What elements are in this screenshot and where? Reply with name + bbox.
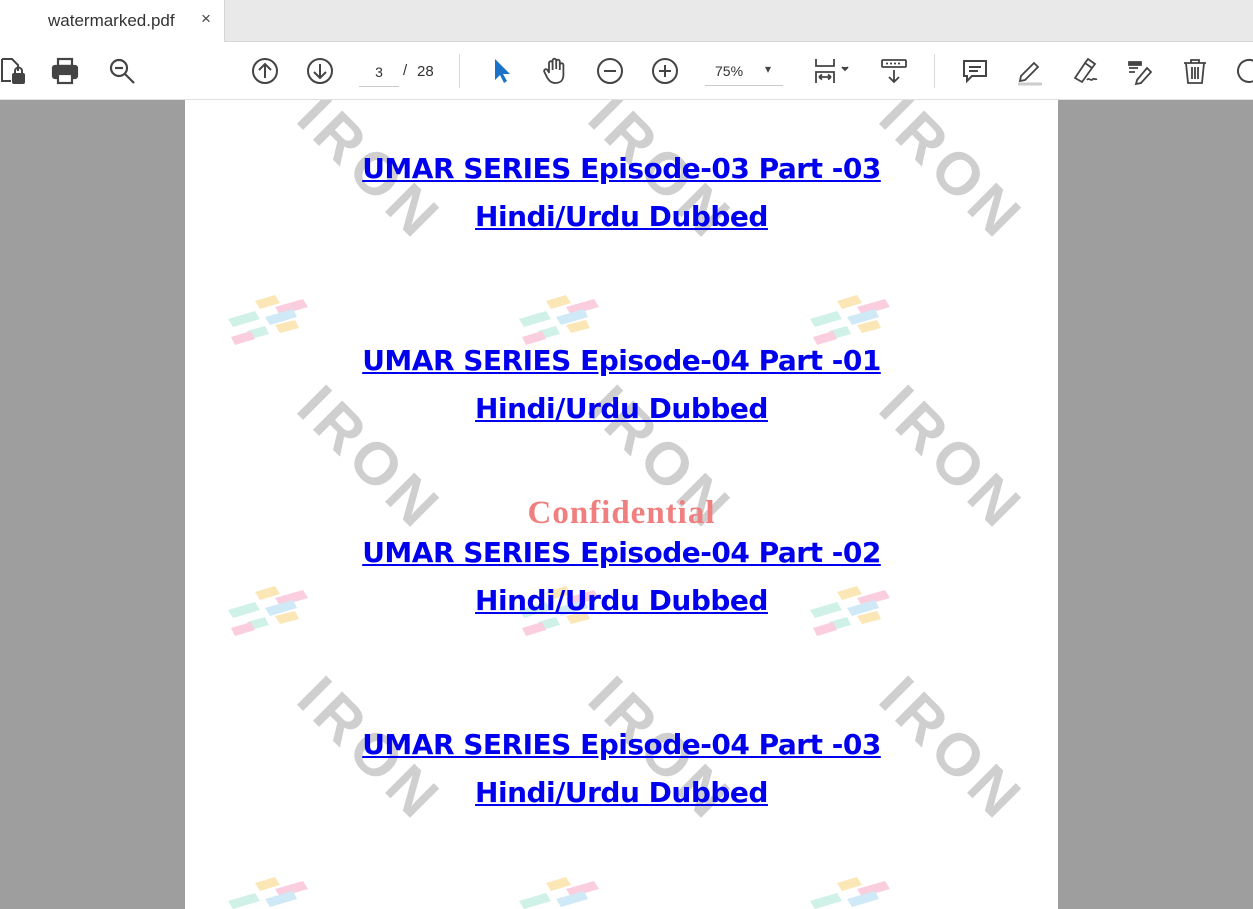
- episode-link-line1[interactable]: UMAR SERIES Episode-04 Part -03: [185, 721, 1058, 769]
- zoom-in-icon[interactable]: [648, 54, 682, 88]
- toolbar: / 28 75% ▾: [0, 42, 1253, 100]
- toolbar-divider: [459, 54, 460, 88]
- comment-icon[interactable]: [958, 54, 992, 88]
- draw-icon[interactable]: [1068, 54, 1102, 88]
- page-total: 28: [417, 63, 434, 80]
- episode-link-line2[interactable]: Hindi/Urdu Dubbed: [185, 769, 1058, 817]
- highlight-icon[interactable]: [1013, 54, 1047, 88]
- tab-bar: watermarked.pdf ×: [0, 0, 1253, 43]
- zoom-dropdown[interactable]: 75% ▾: [705, 58, 783, 86]
- page-separator: /: [403, 62, 408, 79]
- episode-link-line1[interactable]: UMAR SERIES Episode-03 Part -03: [185, 145, 1058, 193]
- chevron-down-icon: ▾: [765, 62, 772, 76]
- print-icon[interactable]: [48, 54, 82, 88]
- watermark-logo: [228, 877, 308, 909]
- search-icon[interactable]: [105, 54, 139, 88]
- episode-link-line2[interactable]: Hindi/Urdu Dubbed: [185, 385, 1058, 433]
- zoom-value: 75%: [715, 63, 744, 79]
- episode-link-line2[interactable]: Hindi/Urdu Dubbed: [185, 193, 1058, 241]
- fill-sign-icon[interactable]: [1123, 54, 1157, 88]
- tab-title: watermarked.pdf: [48, 11, 175, 30]
- episode-link-line2[interactable]: Hindi/Urdu Dubbed: [185, 577, 1058, 625]
- pdf-page: IRON IRON IRON IRON IRON IRON IRON IRON …: [185, 100, 1058, 909]
- delete-icon[interactable]: [1178, 54, 1212, 88]
- zoom-out-icon[interactable]: [593, 54, 627, 88]
- page-down-icon[interactable]: [303, 54, 337, 88]
- close-icon[interactable]: ×: [201, 9, 211, 29]
- fit-page-icon[interactable]: [808, 54, 854, 88]
- page-up-icon[interactable]: [248, 54, 282, 88]
- hand-icon[interactable]: [538, 54, 572, 88]
- cursor-icon[interactable]: [484, 54, 518, 88]
- scroll-mode-icon[interactable]: [877, 54, 911, 88]
- episode-link-line1[interactable]: UMAR SERIES Episode-04 Part -02: [185, 529, 1058, 577]
- watermark-logo: [519, 877, 599, 909]
- episode-link-line1[interactable]: UMAR SERIES Episode-04 Part -01: [185, 337, 1058, 385]
- toolbar-divider: [934, 54, 935, 88]
- confidential-watermark: Confidential: [527, 495, 716, 531]
- rotate-icon[interactable]: [1232, 54, 1253, 88]
- lock-document-icon[interactable]: [0, 54, 30, 88]
- watermark-logo: [810, 877, 890, 909]
- tab-watermarked-pdf[interactable]: watermarked.pdf ×: [0, 0, 225, 43]
- page-number-input[interactable]: [359, 58, 399, 87]
